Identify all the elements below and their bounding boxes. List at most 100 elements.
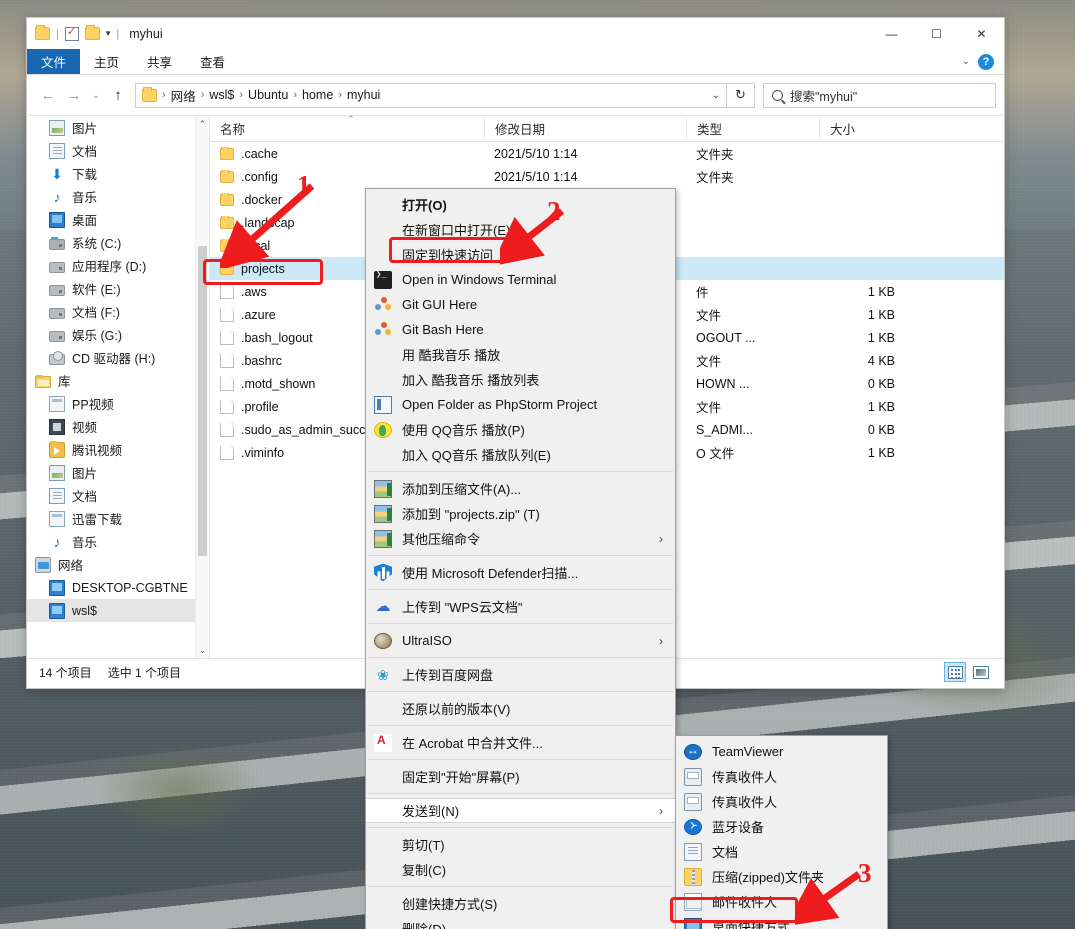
sidebar-item-10[interactable]: CD 驱动器 (H:) [27, 346, 209, 369]
menu-item[interactable]: 传真收件人 [676, 789, 887, 814]
column-header-size[interactable]: 大小 [819, 116, 919, 141]
menu-item[interactable]: Open Folder as PhpStorm Project [366, 392, 675, 417]
tab-view[interactable]: 查看 [186, 49, 239, 74]
sidebar-item-18[interactable]: ♪音乐 [27, 530, 209, 553]
menu-item[interactable]: 桌面快捷方式 [676, 914, 887, 929]
menu-item[interactable]: 在 Acrobat 中合并文件... [366, 730, 675, 755]
menu-item[interactable]: 添加到压缩文件(A)... [366, 476, 675, 501]
menu-item[interactable]: 固定到快速访问 [366, 242, 675, 267]
menu-item[interactable]: 复制(C) [366, 857, 675, 882]
forward-button[interactable]: → [61, 82, 87, 108]
breadcrumb-item-0[interactable]: 网络 [167, 86, 200, 105]
menu-item[interactable]: 还原以前的版本(V) [366, 696, 675, 721]
menu-item[interactable]: UltraISO› [366, 628, 675, 653]
sidebar-item-12[interactable]: PP视频 [27, 392, 209, 415]
large-icons-view-button[interactable] [970, 662, 992, 682]
menu-item[interactable]: 打开(O) [366, 192, 675, 217]
sidebar-item-13[interactable]: 视频 [27, 415, 209, 438]
refresh-button[interactable]: ↻ [727, 83, 755, 108]
cd-drive-icon [49, 354, 65, 365]
send-to-submenu[interactable]: TeamViewer传真收件人传真收件人蓝牙设备文档压缩(zipped)文件夹邮… [675, 735, 888, 929]
tab-file[interactable]: 文件 [27, 49, 80, 74]
folder-icon[interactable] [35, 27, 50, 40]
scrollbar-thumb[interactable] [198, 246, 207, 556]
details-view-button[interactable] [944, 662, 966, 682]
wps-cloud-icon: ☁ [374, 598, 392, 616]
menu-item[interactable]: 加入 QQ音乐 播放队列(E) [366, 442, 675, 467]
chevron-down-icon[interactable]: ⌄ [962, 56, 970, 67]
sidebar-item-20[interactable]: DESKTOP-CGBTNE [27, 576, 209, 599]
sidebar-item-17[interactable]: 迅雷下载 [27, 507, 209, 530]
menu-item[interactable]: 删除(D) [366, 916, 675, 929]
menu-item[interactable]: Git Bash Here [366, 317, 675, 342]
menu-item[interactable]: 用 酷我音乐 播放 [366, 342, 675, 367]
menu-item[interactable]: 加入 酷我音乐 播放列表 [366, 367, 675, 392]
menu-item[interactable]: Open in Windows Terminal [366, 267, 675, 292]
table-row[interactable]: .cache2021/5/10 1:14文件夹 [210, 142, 1004, 165]
breadcrumb-item-2[interactable]: Ubuntu [244, 88, 292, 102]
sidebar-item-3[interactable]: ♪音乐 [27, 185, 209, 208]
sidebar-scrollbar[interactable]: ⌃ ⌄ [195, 116, 209, 658]
sidebar-item-6[interactable]: 应用程序 (D:) [27, 254, 209, 277]
recent-locations-icon[interactable]: ⌄ [87, 82, 105, 108]
maximize-button[interactable]: ☐ [914, 18, 959, 49]
menu-item[interactable]: 使用 QQ音乐 播放(P) [366, 417, 675, 442]
menu-item[interactable]: Git GUI Here [366, 292, 675, 317]
breadcrumb-item-4[interactable]: myhui [343, 88, 384, 102]
sidebar-item-2[interactable]: ⬇下载 [27, 162, 209, 185]
sidebar-item-7[interactable]: 软件 (E:) [27, 277, 209, 300]
column-header-name[interactable]: ⌃ 名称 [210, 116, 484, 141]
menu-item[interactable]: TeamViewer [676, 739, 887, 764]
table-row[interactable]: .config2021/5/10 1:14文件夹 [210, 165, 1004, 188]
close-button[interactable]: ✕ [959, 18, 1004, 49]
menu-item[interactable]: 创建快捷方式(S) [366, 891, 675, 916]
scroll-up-icon[interactable]: ⌃ [196, 116, 209, 132]
sidebar-item-15[interactable]: 图片 [27, 461, 209, 484]
menu-item[interactable]: 发送到(N)› [366, 798, 675, 823]
minimize-button[interactable]: — [869, 18, 914, 49]
chevron-down-icon[interactable]: ▾ [106, 28, 111, 39]
tab-share[interactable]: 共享 [133, 49, 186, 74]
menu-item[interactable]: 剪切(T) [366, 832, 675, 857]
sidebar-item-14[interactable]: 腾讯视频 [27, 438, 209, 461]
menu-item[interactable]: 邮件收件人 [676, 889, 887, 914]
breadcrumb-item-3[interactable]: home [298, 88, 337, 102]
sidebar-item-1[interactable]: 文档 [27, 139, 209, 162]
menu-item[interactable]: 传真收件人 [676, 764, 887, 789]
sidebar-item-16[interactable]: 文档 [27, 484, 209, 507]
chevron-down-icon[interactable]: ⌄ [712, 90, 720, 101]
menu-item[interactable]: 压缩(zipped)文件夹 [676, 864, 887, 889]
sidebar-item-0[interactable]: 图片 [27, 116, 209, 139]
breadcrumb-item-1[interactable]: wsl$ [205, 88, 238, 102]
menu-item[interactable]: 其他压缩命令› [366, 526, 675, 551]
menu-item[interactable]: ❀上传到百度网盘 [366, 662, 675, 687]
sidebar-item-21[interactable]: wsl$ [27, 599, 209, 622]
properties-icon[interactable] [65, 27, 79, 41]
context-menu[interactable]: 打开(O) 在新窗口中打开(E) 固定到快速访问Open in Windows Te… [365, 188, 676, 929]
quick-access-toolbar[interactable]: | ▾ | [35, 27, 119, 41]
search-input[interactable]: 搜索"myhui" [763, 83, 996, 108]
sidebar-item-9[interactable]: 娱乐 (G:) [27, 323, 209, 346]
sidebar-item-4[interactable]: 桌面 [27, 208, 209, 231]
help-icon[interactable]: ? [978, 54, 994, 70]
menu-item[interactable]: 添加到 "projects.zip" (T) [366, 501, 675, 526]
menu-item[interactable]: 蓝牙设备 [676, 814, 887, 839]
sidebar-item-8[interactable]: 文档 (F:) [27, 300, 209, 323]
sidebar-item-19[interactable]: 网络 [27, 553, 209, 576]
scroll-down-icon[interactable]: ⌄ [196, 642, 209, 658]
up-button[interactable]: ↑ [105, 82, 131, 108]
tab-home[interactable]: 主页 [80, 49, 133, 74]
new-folder-icon[interactable] [85, 27, 100, 40]
sidebar-item-11[interactable]: 库 [27, 369, 209, 392]
back-button[interactable]: ← [35, 82, 61, 108]
column-header-type[interactable]: 类型 [686, 116, 819, 141]
menu-item[interactable]: 固定到"开始"屏幕(P) [366, 764, 675, 789]
menu-item[interactable]: 文档 [676, 839, 887, 864]
menu-item[interactable]: 在新窗口中打开(E) [366, 217, 675, 242]
column-header-date[interactable]: 修改日期 [484, 116, 686, 141]
menu-item[interactable]: ☁上传到 "WPS云文档" [366, 594, 675, 619]
address-bar[interactable]: › 网络 › wsl$ › Ubuntu › home › myhui ⌄ [135, 83, 727, 108]
sidebar-item-5[interactable]: 系统 (C:) [27, 231, 209, 254]
menu-item-label: 在新窗口中打开(E) [374, 220, 510, 239]
menu-item[interactable]: 使用 Microsoft Defender扫描... [366, 560, 675, 585]
